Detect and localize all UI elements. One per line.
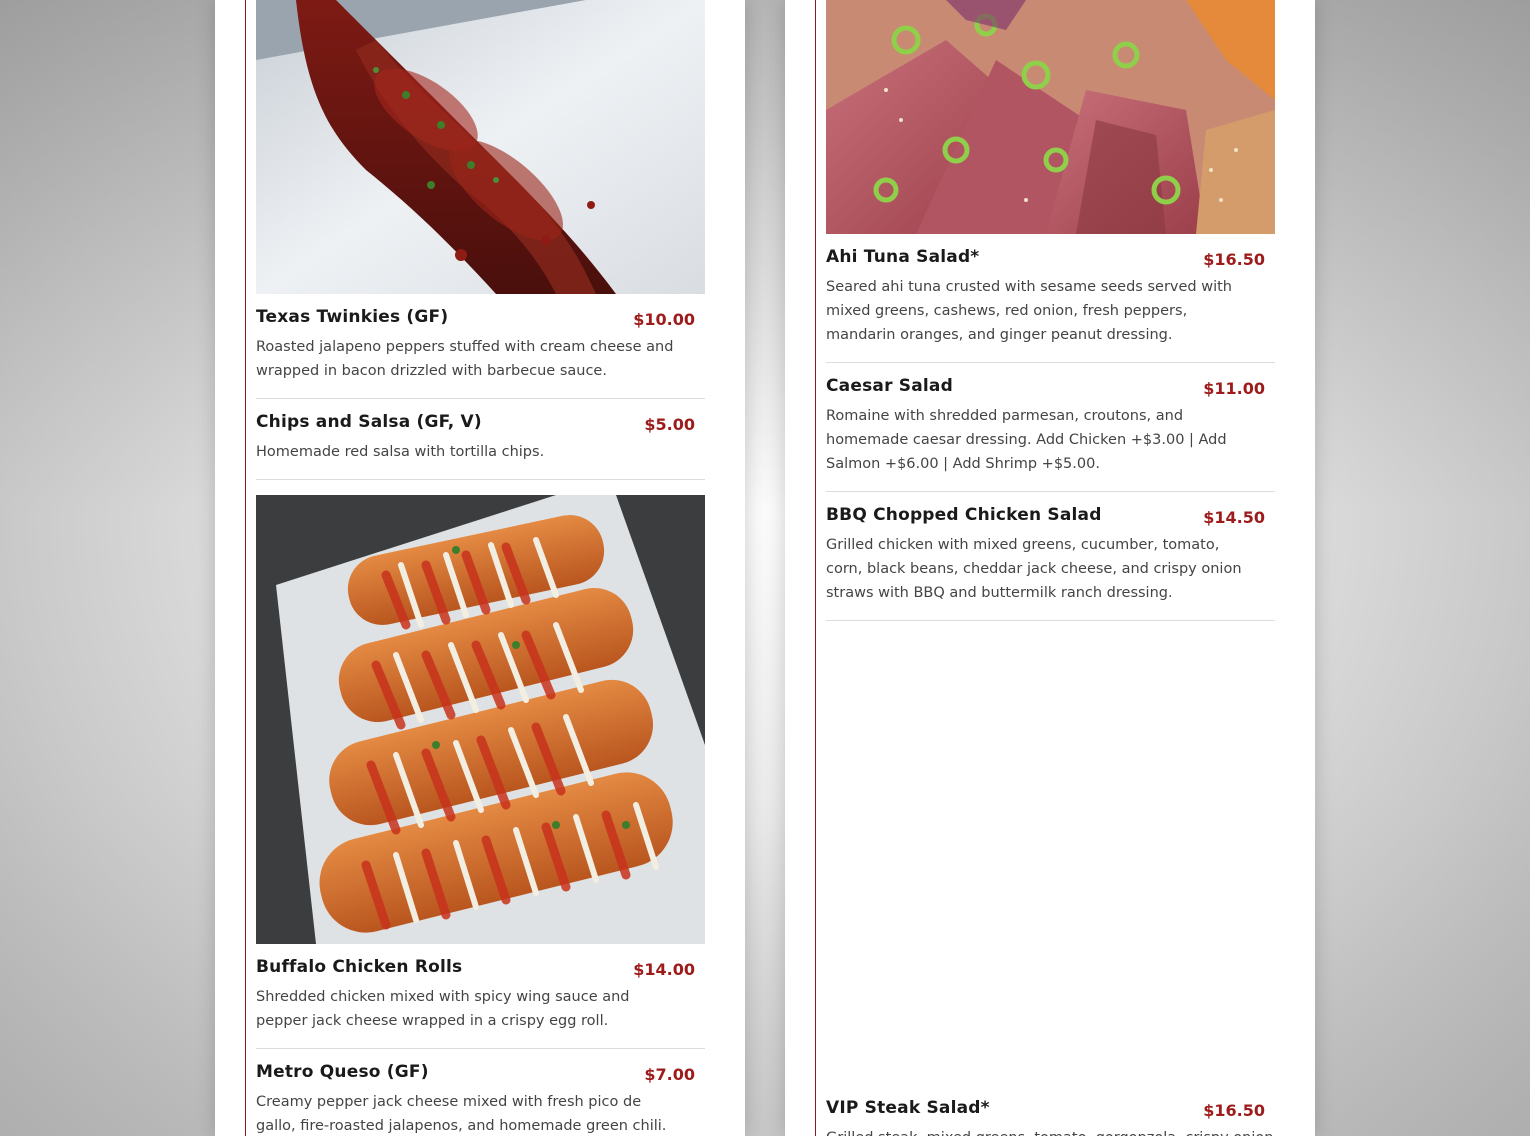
item-name: Texas Twinkies (GF) [256, 307, 449, 327]
item-description: Romaine with shredded parmesan, croutons… [826, 408, 1227, 472]
item-price: $14.50 [1203, 508, 1265, 527]
item-name: Buffalo Chicken Rolls [256, 957, 463, 977]
buffalo-chicken-rolls-photo [256, 495, 705, 944]
item-description: Seared ahi tuna crusted with sesame seed… [826, 279, 1232, 343]
item-description: Grilled chicken with mixed greens, cucum… [826, 537, 1242, 601]
item-description: Creamy pepper jack cheese mixed with fre… [256, 1094, 667, 1134]
item-name: Chips and Salsa (GF, V) [256, 412, 482, 432]
menu-item: VIP Steak Salad* $16.50 Grilled steak, m… [826, 1098, 1275, 1136]
card-border-rule [815, 0, 816, 1136]
menu-item: BBQ Chopped Chicken Salad $14.50 Grilled… [826, 505, 1275, 621]
item-price: $16.50 [1203, 250, 1265, 269]
item-price: $7.00 [644, 1065, 695, 1084]
menu-item: Metro Queso (GF) $7.00 Creamy pepper jac… [256, 1062, 705, 1136]
menu-item: Buffalo Chicken Rolls $14.00 Shredded ch… [256, 957, 705, 1049]
menu-item: Texas Twinkies (GF) $10.00 Roasted jalap… [256, 307, 705, 399]
item-name: BBQ Chopped Chicken Salad [826, 505, 1102, 525]
item-description: Roasted jalapeno peppers stuffed with cr… [256, 339, 674, 379]
item-name: VIP Steak Salad* [826, 1098, 990, 1118]
menu-item: Chips and Salsa (GF, V) $5.00 Homemade r… [256, 412, 705, 480]
menu-item: Caesar Salad $11.00 Romaine with shredde… [826, 376, 1275, 492]
item-name: Caesar Salad [826, 376, 953, 396]
bacon-wrapped-jalapenos-photo [256, 0, 705, 294]
item-price: $5.00 [644, 415, 695, 434]
item-price: $16.50 [1203, 1101, 1265, 1120]
item-description: Homemade red salsa with tortilla chips. [256, 444, 545, 460]
item-name: Metro Queso (GF) [256, 1062, 429, 1082]
menu-card-salads: Ahi Tuna Salad* $16.50 Seared ahi tuna c… [785, 0, 1315, 1136]
item-description: Shredded chicken mixed with spicy wing s… [256, 989, 630, 1029]
menu-item: Ahi Tuna Salad* $16.50 Seared ahi tuna c… [826, 247, 1275, 363]
item-description: Grilled steak, mixed greens, tomato, gor… [826, 1126, 1273, 1136]
ahi-tuna-photo [826, 0, 1275, 234]
card-border-rule [245, 0, 246, 1136]
item-price: $11.00 [1203, 379, 1265, 398]
item-price: $10.00 [633, 310, 695, 329]
menu-card-appetizers: Texas Twinkies (GF) $10.00 Roasted jalap… [215, 0, 745, 1136]
item-name: Ahi Tuna Salad* [826, 247, 980, 267]
item-price: $14.00 [633, 960, 695, 979]
